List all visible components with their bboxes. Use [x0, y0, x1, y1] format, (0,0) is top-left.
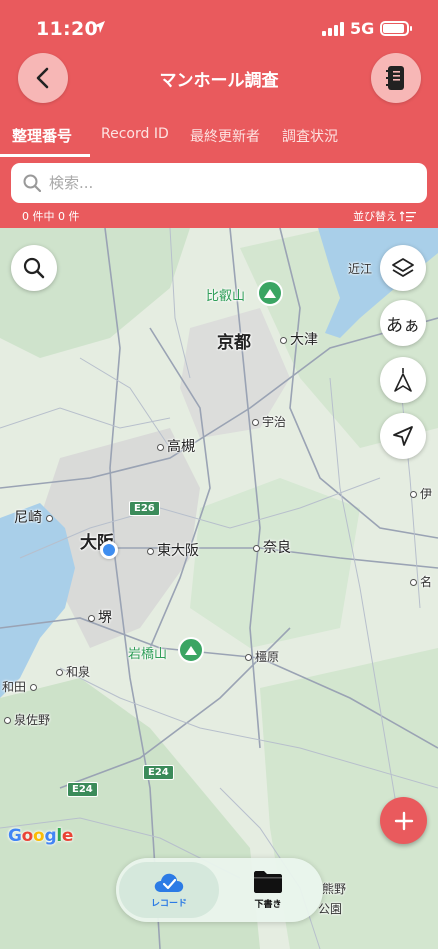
expressway-shield-e26: E26 [129, 501, 160, 516]
app-header: 11:20 5G マンホール調査 整理番号 Record ID 最終更新者 調査… [0, 0, 438, 228]
tab-bar: 整理番号 Record ID 最終更新者 調査状況 [0, 122, 438, 158]
label-language-glyph: あぁ [386, 315, 420, 336]
map-label-i: 伊 [410, 485, 432, 502]
sort-label: 並び替え [353, 210, 397, 223]
record-count: 0 件中 0 件 [22, 210, 80, 223]
active-tab-indicator [0, 154, 90, 157]
layers-icon [392, 258, 414, 277]
compass-button[interactable] [380, 357, 426, 403]
map-label-takatsuki: 高槻 [157, 436, 195, 456]
plus-icon [394, 811, 413, 830]
my-location-button[interactable] [380, 413, 426, 459]
map-label-hieizan: 比叡山 [206, 289, 246, 304]
search-input[interactable] [49, 174, 389, 192]
map-label-nara: 奈良 [253, 537, 291, 557]
map-label-otsu: 大津 [280, 329, 318, 349]
network-type: 5G [350, 19, 375, 38]
folder-icon [254, 871, 282, 893]
add-record-button[interactable] [380, 797, 427, 844]
tab-seiri-bango[interactable]: 整理番号 [12, 125, 72, 146]
navigation-arrow-icon [393, 426, 413, 446]
map-label-omi: 近江 [348, 262, 373, 276]
layers-button[interactable] [380, 245, 426, 291]
location-arrow-icon [93, 21, 105, 33]
compass-icon [394, 368, 412, 392]
nav-drafts-label: 下書き [254, 900, 282, 910]
expressway-shield-e24: E24 [67, 782, 98, 797]
search-icon [23, 257, 45, 279]
search-bar[interactable] [11, 163, 427, 203]
expressway-shield-e24: E24 [143, 765, 174, 780]
map-label-na: 名 [410, 573, 432, 590]
map-label-koen: 公園 [318, 902, 343, 916]
mountain-icon[interactable] [257, 280, 283, 306]
label-language-button[interactable]: あぁ [380, 300, 426, 346]
bottom-navigation: レコード 下書き [116, 858, 323, 922]
map-view[interactable]: 比叡山 京都 大津 近江 宇治 高槻 E26 尼崎 大阪 東大阪 奈良 堺 岩橋… [0, 228, 438, 949]
notebook-button[interactable] [371, 53, 421, 103]
battery-icon [380, 21, 412, 36]
tab-survey-status[interactable]: 調査状況 [282, 126, 338, 146]
sort-icon [400, 210, 416, 221]
nav-records[interactable]: レコード [119, 862, 219, 918]
map-label-wada: 和田 [2, 678, 40, 695]
nav-drafts[interactable]: 下書き [218, 862, 318, 918]
map-label-amagasaki: 尼崎 [14, 507, 56, 527]
map-label-higashiosaka: 東大阪 [147, 540, 199, 560]
mountain-icon[interactable] [178, 637, 204, 663]
status-time: 11:20 [36, 18, 98, 40]
cloud-check-icon [154, 873, 184, 892]
notebook-icon [386, 66, 404, 90]
map-label-kumano: 熊野 [322, 882, 347, 896]
sort-button[interactable]: 並び替え [353, 208, 416, 224]
search-icon [23, 174, 41, 192]
tab-last-updated-by[interactable]: 最終更新者 [190, 126, 260, 146]
nav-records-label: レコード [150, 899, 187, 909]
map-label-kyoto: 京都 [217, 333, 251, 353]
current-location-marker [100, 541, 118, 559]
google-attribution: Google [8, 826, 74, 846]
map-search-button[interactable] [11, 245, 57, 291]
map-label-kashihara: 橿原 [245, 648, 279, 665]
map-label-uji: 宇治 [252, 413, 286, 430]
tab-record-id[interactable]: Record ID [101, 126, 169, 142]
map-label-iwahashiyama: 岩橋山 [128, 647, 168, 662]
map-label-izumisano: 泉佐野 [4, 711, 50, 728]
map-label-izumi: 和泉 [56, 663, 90, 680]
status-bar: 11:20 5G [0, 0, 438, 56]
map-label-sakai: 堺 [88, 607, 112, 627]
signal-icon [322, 22, 344, 36]
